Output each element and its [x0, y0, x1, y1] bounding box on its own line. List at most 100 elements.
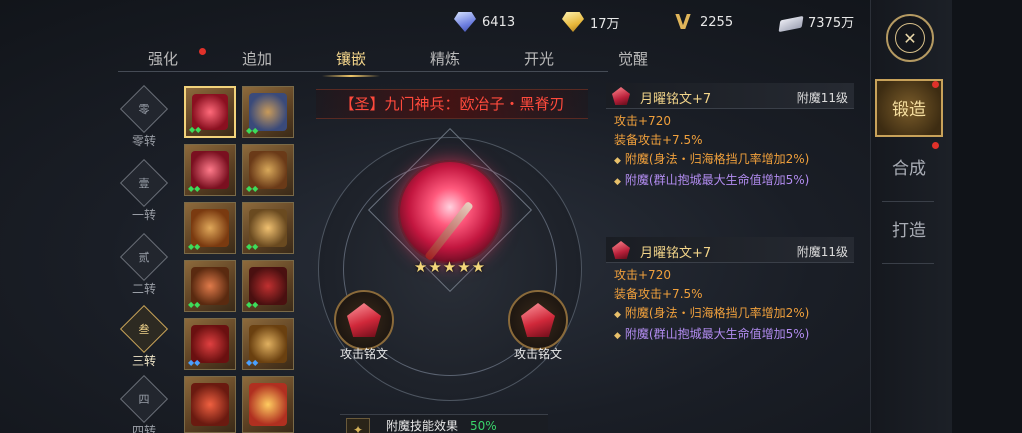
diamond-bullet-icon: ◆ [614, 310, 621, 320]
rank-label: 二转 [131, 282, 156, 296]
enchant-line: ◆ 附魔(群山抱城最大生命值增加5%) [614, 327, 810, 342]
gear-slot-gloves[interactable]: ◆◆ [184, 318, 236, 370]
tab-awaken[interactable]: 觉醒 [598, 48, 668, 69]
gear-slot-weapon[interactable]: ◆◆ [184, 86, 236, 138]
rank-3[interactable]: 叁 三转 [119, 304, 169, 369]
weapon-orb[interactable] [398, 160, 502, 264]
gear-slot-necklace[interactable] [184, 376, 236, 433]
currency-value: 17万 [590, 16, 620, 32]
currency-blue-diamond: 6413 [454, 12, 515, 32]
notification-dot [932, 81, 939, 88]
gear-slot-pants[interactable]: ◆◆ [242, 260, 294, 312]
blue-diamond-icon [454, 12, 476, 32]
currency-value: 2255 [700, 14, 734, 30]
currency-silver-ingot: 7375万 [778, 12, 855, 32]
gear-slot-helmet[interactable]: ◆◆ [242, 86, 294, 138]
enchant-icon: ✦ [346, 418, 370, 433]
gear-slot-offhand[interactable]: ◆◆ [184, 144, 236, 196]
rank-label: 零转 [131, 134, 156, 148]
stat-attack: 攻击+720 [614, 114, 671, 128]
inscription-card-1[interactable]: 月曜铭文+7 附魔11级 攻击+720 装备攻击+7.5% ◆ 附魔(身法・归海格… [606, 83, 854, 189]
rank-badge: 零 [119, 84, 169, 134]
v-token-icon: V [675, 10, 691, 34]
enchant-level: 附魔11级 [796, 91, 848, 105]
gear-slot-armor[interactable]: ◆◆ [242, 144, 294, 196]
red-gem-icon [612, 241, 630, 259]
stat-attack: 攻击+720 [614, 268, 671, 282]
tab-consecrate[interactable]: 开光 [504, 48, 574, 69]
rank-badge: 壹 [119, 158, 169, 208]
diamond-bullet-icon: ◆ [614, 331, 621, 341]
rank-label: 四转 [131, 424, 156, 433]
emblem-button[interactable]: ✕ [886, 14, 934, 62]
tab-bar: 强化 追加 镶嵌 精炼 开光 觉醒 [118, 44, 648, 77]
rank-4[interactable]: 四 四转 [119, 374, 169, 433]
enchant-level: 附魔11级 [796, 245, 848, 259]
gem-indicators: ◆◆ [246, 184, 259, 193]
gear-slot-bow[interactable]: ◆◆ [184, 202, 236, 254]
gem-indicators: ◆◆ [246, 358, 259, 367]
tab-strengthen[interactable]: 强化 [128, 48, 198, 69]
side-tab-forge[interactable]: 锻造 [875, 79, 943, 137]
gem-indicators: ◆◆ [189, 125, 202, 134]
red-gem-icon [347, 303, 381, 337]
gem-indicators: ◆◆ [188, 184, 201, 193]
diamond-bullet-icon: ◆ [614, 177, 621, 187]
side-tab-combine[interactable]: 合成 [875, 140, 943, 198]
tab-append[interactable]: 追加 [222, 48, 292, 69]
currency-value: 6413 [482, 14, 516, 30]
enchant-effect-value: 50% [470, 419, 497, 433]
enchant-line: ◆ 附魔(群山抱城最大生命值增加5%) [614, 173, 810, 188]
currency-v-token: V 2255 [672, 12, 733, 32]
gear-slot-ring[interactable] [242, 376, 294, 433]
socket-label: 攻击铭文 [339, 347, 388, 361]
currency-gold-diamond: 17万 [562, 12, 620, 32]
enchant-line: ◆ 附魔(身法・归海格挡几率增加2%) [614, 152, 810, 167]
rank-label: 一转 [131, 208, 156, 222]
right-edge [952, 0, 1022, 433]
enchant-effect-label: 附魔技能效果 [386, 419, 459, 433]
stat-equip-attack: 装备攻击+7.5% [614, 287, 703, 301]
tab-inlay[interactable]: 镶嵌 [316, 48, 386, 77]
star-rating: ★★★★★ [413, 258, 487, 276]
diamond-bullet-icon: ◆ [614, 156, 621, 166]
gear-slot-boots[interactable]: ◆◆ [242, 318, 294, 370]
emblem-icon: ✕ [903, 28, 917, 48]
rank-badge: 叁 [119, 304, 169, 354]
gem-indicators: ◆◆ [246, 126, 259, 135]
inscription-card-2[interactable]: 月曜铭文+7 附魔11级 攻击+720 装备攻击+7.5% ◆ 附魔(身法・归海格… [606, 237, 854, 343]
gold-diamond-icon [562, 12, 584, 32]
gem-indicators: ◆◆ [188, 300, 201, 309]
item-title: 【圣】九门神兵：欧冶子・黑脊刃 [316, 89, 588, 119]
inscription-name: 月曜铭文+7 [640, 92, 712, 107]
rank-1[interactable]: 壹 一转 [119, 158, 169, 223]
gear-slot-belt[interactable]: ◆◆ [184, 260, 236, 312]
gem-indicators: ◆◆ [246, 242, 259, 251]
notification-dot [199, 48, 206, 55]
enchant-line: ◆ 附魔(身法・归海格挡几率增加2%) [614, 306, 810, 321]
inscription-name: 月曜铭文+7 [640, 246, 712, 261]
card-header: 月曜铭文+7 附魔11级 [606, 83, 854, 109]
necklace-icon [191, 383, 229, 426]
card-header: 月曜铭文+7 附魔11级 [606, 237, 854, 263]
enchant-effect-panel: ✦ 附魔技能效果 50% [340, 414, 548, 433]
inscription-socket-left[interactable] [334, 290, 394, 350]
gem-indicators: ◆◆ [188, 242, 201, 251]
red-gem-icon [612, 87, 630, 105]
rank-2[interactable]: 贰 二转 [119, 232, 169, 297]
divider [882, 263, 934, 264]
gear-slot-bracer[interactable]: ◆◆ [242, 202, 294, 254]
currency-value: 7375万 [808, 16, 855, 31]
rank-label: 三转 [131, 354, 156, 368]
rank-0[interactable]: 零 零转 [119, 84, 169, 149]
gem-indicators: ◆◆ [188, 358, 201, 367]
ring-icon [249, 383, 287, 426]
rank-badge: 四 [119, 374, 169, 424]
socket-label: 攻击铭文 [513, 347, 562, 361]
rank-badge: 贰 [119, 232, 169, 282]
side-tab-craft[interactable]: 打造 [875, 202, 943, 260]
stat-equip-attack: 装备攻击+7.5% [614, 133, 703, 147]
tab-refine[interactable]: 精炼 [410, 48, 480, 69]
gem-indicators: ◆◆ [246, 300, 259, 309]
inscription-socket-right[interactable] [508, 290, 568, 350]
